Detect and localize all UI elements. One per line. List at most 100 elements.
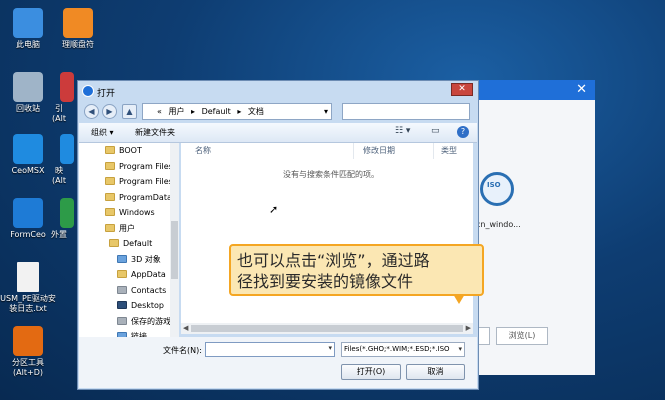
scroll-left-icon[interactable]: ◀ — [183, 323, 188, 334]
folder-icon — [109, 239, 119, 247]
hint-callout: 也可以点击“浏览”，通过路 径找到要安装的镜像文件 — [229, 244, 484, 304]
tree-item-default[interactable]: Default — [109, 236, 152, 251]
tree-item-boot[interactable]: BOOT — [105, 143, 142, 158]
dialog-titlebar: 打开 ✕ — [78, 81, 478, 101]
folder-icon — [105, 162, 115, 170]
tree-item-saved-games[interactable]: 保存的游戏 — [117, 314, 171, 329]
tree-item-windows[interactable]: Windows — [105, 205, 155, 220]
installer-titlebar: ✕ — [470, 80, 595, 100]
breadcrumb-documents[interactable]: 文档 — [248, 107, 264, 116]
folder-icon — [105, 193, 115, 201]
close-icon[interactable]: ✕ — [576, 82, 587, 97]
filetype-value: Files(*.GHO;*.WIM;*.ESD;*.ISO — [344, 345, 450, 353]
contacts-icon — [117, 286, 127, 294]
desktop-icon-partition-tool[interactable]: 分区工具(Alt+D) — [0, 326, 56, 378]
mouse-cursor-icon: ➚ — [269, 203, 279, 216]
view-options-icon[interactable]: ☷ ▾ — [395, 126, 410, 136]
desktop-icon-external[interactable]: 外置 — [44, 198, 74, 240]
new-folder-button[interactable]: 新建文件夹 — [135, 127, 175, 138]
breadcrumb-users[interactable]: 用户 — [168, 107, 184, 116]
desktop-icon-drive-letters[interactable]: 理顺盘符 — [50, 8, 106, 50]
breadcrumb-default[interactable]: Default — [202, 107, 231, 116]
tree-item-contacts[interactable]: Contacts — [117, 283, 166, 298]
scrollbar-thumb[interactable] — [171, 221, 178, 279]
chevron-right-icon[interactable]: ▸ — [237, 107, 241, 116]
help-icon[interactable]: ? — [457, 126, 469, 138]
tree-item-label: Windows — [119, 208, 155, 217]
computer-icon — [13, 8, 43, 38]
tree-item-program-files-x86[interactable]: Program Files — [105, 174, 173, 189]
map-drive-icon — [60, 134, 74, 164]
dialog-toolbar: 组织 ▾ 新建文件夹 ☷ ▾ ▭ ? — [79, 123, 477, 143]
column-type[interactable]: 类型 — [441, 145, 457, 156]
folder-icon — [117, 270, 127, 278]
filetype-select[interactable]: Files(*.GHO;*.WIM;*.ESD;*.ISO ▾ — [341, 342, 465, 357]
desktop-icon-boot[interactable]: 引 (Alt — [44, 72, 74, 124]
desktop-icon-label: 回收站 — [16, 104, 40, 113]
3d-objects-icon — [117, 255, 127, 263]
gear-icon — [13, 134, 43, 164]
column-divider[interactable] — [353, 143, 354, 159]
chevron-down-icon[interactable]: ▾ — [458, 343, 462, 356]
column-divider[interactable] — [433, 143, 434, 159]
desktop-folder-icon — [117, 301, 127, 309]
file-list-hscrollbar[interactable]: ◀ ▶ — [181, 323, 473, 334]
tree-item-programdata[interactable]: ProgramData — [105, 190, 172, 205]
scrollbar-thumb[interactable] — [191, 325, 463, 332]
desktop-icon-label: (Alt — [52, 114, 66, 123]
hint-line-1: 也可以点击“浏览”，通过路 — [237, 251, 430, 270]
tree-item-label: Contacts — [131, 286, 167, 295]
filename-label: 文件名(N): — [163, 346, 202, 355]
forward-button[interactable]: ▶ — [102, 104, 117, 119]
iso-disc-label: ISO — [487, 181, 501, 189]
address-bar[interactable]: « 用户 ▸ Default ▸ 文档 ▾ — [142, 103, 332, 120]
installer-window: ✕ ISO cn_windo... 浏览(L) — [470, 80, 595, 375]
tree-item-label: Desktop — [131, 301, 164, 310]
tree-item-appdata[interactable]: AppData — [117, 267, 166, 282]
address-row: ◀ ▶ ▲ « 用户 ▸ Default ▸ 文档 ▾ — [84, 103, 472, 121]
saved-games-icon — [117, 317, 127, 325]
navigation-pane: BOOT Program Files Program Files Program… — [79, 143, 179, 337]
column-name[interactable]: 名称 — [195, 145, 211, 156]
chevron-down-icon[interactable]: ▾ — [324, 104, 328, 119]
app-icon — [82, 85, 94, 97]
tree-item-label: 用户 — [119, 224, 135, 233]
up-button[interactable]: ▲ — [122, 104, 137, 119]
open-button[interactable]: 打开(O) — [341, 364, 401, 380]
open-file-dialog: 打开 ✕ ◀ ▶ ▲ « 用户 ▸ Default ▸ 文档 ▾ 组织 ▾ 新建… — [77, 80, 479, 390]
desktop-icon-this-pc[interactable]: 此电脑 — [0, 8, 56, 50]
desktop-icon-label: (Alt — [52, 176, 66, 185]
tree-item-label: Default — [123, 239, 153, 248]
cancel-button[interactable]: 取消 — [406, 364, 465, 380]
back-button[interactable]: ◀ — [84, 104, 99, 119]
desktop-icon-label: 此电脑 — [16, 40, 40, 49]
chevron-right-icon[interactable]: ▸ — [191, 107, 195, 116]
desktop-icon-label: 理顺盘符 — [62, 40, 94, 49]
nav-pane-scrollbar[interactable] — [170, 143, 179, 337]
tree-item-users[interactable]: 用户 — [105, 221, 135, 236]
tree-item-label: BOOT — [119, 146, 142, 155]
scroll-right-icon[interactable]: ▶ — [466, 323, 471, 334]
breadcrumb-overflow[interactable]: « — [157, 107, 162, 116]
desktop-icon-mapping[interactable]: 映 (Alt — [44, 134, 74, 186]
filename-input[interactable]: ▾ — [205, 342, 335, 357]
iso-disc-icon — [480, 172, 514, 206]
folder-icon — [105, 177, 115, 185]
tree-item-links[interactable]: 链接 — [117, 329, 147, 337]
close-button[interactable]: ✕ — [451, 83, 473, 96]
organize-menu[interactable]: 组织 ▾ — [91, 127, 114, 138]
tree-item-3d-objects[interactable]: 3D 对象 — [117, 252, 161, 267]
chevron-down-icon[interactable]: ▾ — [328, 344, 332, 352]
search-input[interactable] — [342, 103, 470, 120]
desktop-icon-label: USM_PE驱动安装日志.txt — [0, 294, 56, 313]
desktop-icon-label: 分区工具(Alt+D) — [12, 358, 44, 377]
desktop-icon-label: 引 — [55, 104, 63, 113]
file-list[interactable]: 名称 修改日期 类型 没有与搜索条件匹配的项。 ➚ — [181, 143, 473, 323]
desktop-icon-driver-log[interactable]: USM_PE驱动安装日志.txt — [0, 262, 56, 314]
tree-item-desktop[interactable]: Desktop — [117, 298, 164, 313]
folder-icon — [105, 224, 115, 232]
tree-item-program-files[interactable]: Program Files — [105, 159, 173, 174]
column-modified[interactable]: 修改日期 — [363, 145, 395, 156]
browse-button[interactable]: 浏览(L) — [496, 327, 548, 345]
preview-pane-icon[interactable]: ▭ — [431, 126, 440, 136]
